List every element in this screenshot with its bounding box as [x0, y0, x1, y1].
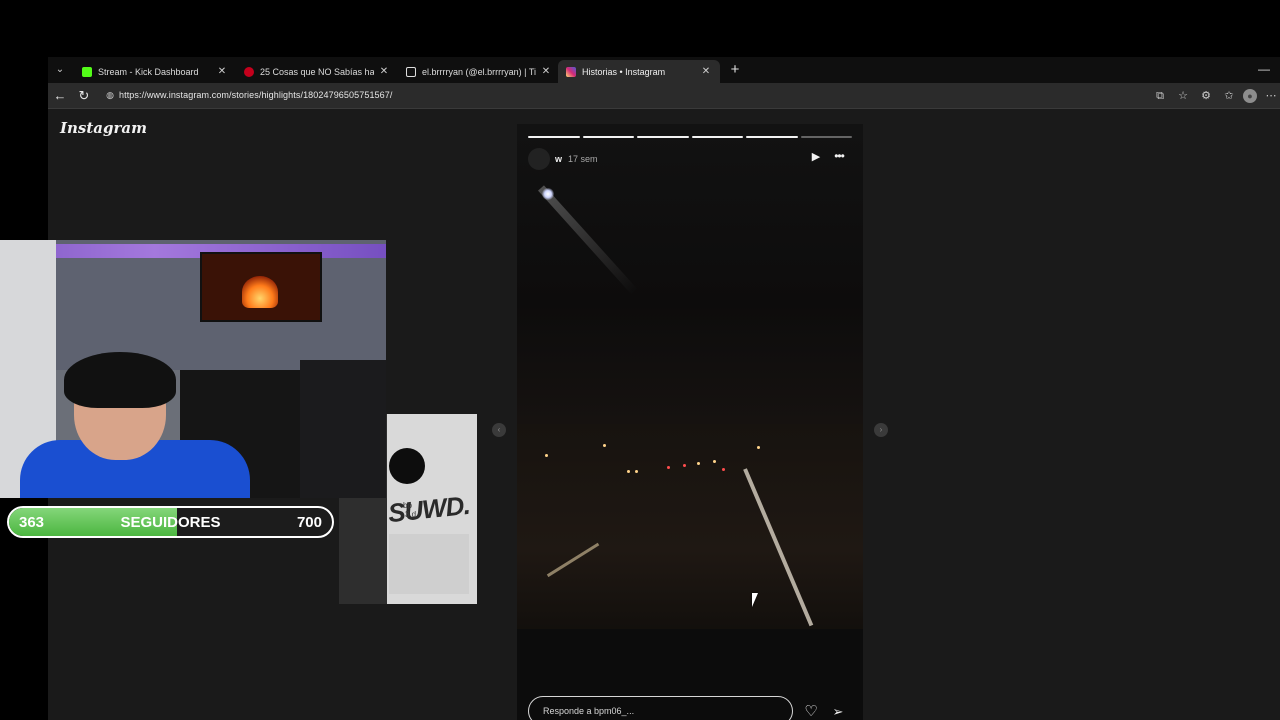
car-light: [713, 460, 716, 463]
follower-goal: 700: [296, 514, 322, 531]
streamer-webcam: [0, 240, 386, 498]
car-light: [627, 470, 630, 473]
next-story-arrow-icon[interactable]: ›: [874, 423, 888, 437]
story-time: 17 sem: [568, 154, 598, 164]
car-light: [722, 468, 725, 471]
screen: ⌄ Stream - Kick Dashboard ✕ 25 Cosas que…: [0, 0, 1280, 720]
car-light: [603, 444, 606, 447]
side-story-avatar: [389, 448, 425, 484]
reload-icon[interactable]: ↻: [75, 87, 93, 105]
story-username[interactable]: w: [555, 154, 562, 164]
tab-title: el.brrrryan (@el.brrrryan) | TikTok: [422, 66, 536, 77]
webcam-led-strip: [0, 244, 386, 258]
minimize-icon[interactable]: —: [1258, 62, 1270, 76]
tab-bar: ⌄ Stream - Kick Dashboard ✕ 25 Cosas que…: [48, 57, 1280, 83]
tiktok-icon: [406, 66, 416, 77]
instagram-icon: [566, 66, 576, 77]
more-menu-icon[interactable]: ⋯: [1262, 87, 1280, 105]
site-info-icon[interactable]: ◍: [104, 89, 116, 101]
streetlight: [542, 188, 554, 200]
webcam-chair: [300, 360, 386, 498]
close-tab-icon[interactable]: ✕: [540, 66, 552, 77]
story-progress-bar: [528, 136, 852, 138]
webcam-person-cap: [64, 352, 176, 408]
reply-input[interactable]: Responde a bpm06_...: [528, 696, 793, 720]
story-avatar[interactable]: [528, 148, 550, 170]
story-road: [517, 424, 863, 634]
follower-goal-bar: 363 SEGUIDORES 700: [7, 506, 334, 538]
car-light: [667, 466, 670, 469]
car-light: [635, 470, 638, 473]
tab-list-dropdown-icon[interactable]: ⌄: [52, 62, 68, 78]
tab-youtube-video[interactable]: 25 Cosas que NO Sabías hace 5 m ✕: [236, 60, 398, 83]
tab-title: Historias • Instagram: [582, 66, 666, 77]
close-tab-icon[interactable]: ✕: [378, 66, 390, 77]
story-progress-segment: [528, 136, 580, 138]
story-progress-segment: [800, 136, 852, 138]
close-tab-icon[interactable]: ✕: [700, 66, 712, 77]
send-icon[interactable]: ➢: [830, 704, 846, 720]
profile-avatar-icon[interactable]: ●: [1243, 89, 1257, 103]
story-progress-segment: [691, 136, 743, 138]
back-icon[interactable]: ←: [51, 87, 69, 105]
tab-instagram-stories[interactable]: Historias • Instagram ✕: [558, 60, 720, 83]
tab-title: 25 Cosas que NO Sabías hace 5 m: [260, 66, 374, 77]
mouse-cursor-icon: [752, 593, 764, 607]
url-field[interactable]: https://www.instagram.com/stories/highli…: [119, 90, 392, 100]
favorites-icon[interactable]: ✩: [1220, 87, 1238, 105]
new-tab-button[interactable]: +: [726, 61, 744, 79]
preview-shirt: [389, 534, 469, 594]
car-light: [545, 454, 548, 457]
close-tab-icon[interactable]: ✕: [216, 66, 228, 77]
car-light: [757, 446, 760, 449]
favorite-star-icon[interactable]: ☆: [1174, 87, 1192, 105]
kick-icon: [82, 66, 92, 77]
side-story-username: bp: [403, 501, 412, 510]
car-light: [697, 462, 700, 465]
side-story-time: 3 d: [405, 510, 417, 519]
follower-label: SEGUIDORES: [120, 514, 221, 531]
story-progress-segment: [637, 136, 689, 138]
story-sky: [517, 124, 863, 424]
more-options-icon[interactable]: •••: [831, 150, 847, 164]
open-in-app-icon[interactable]: ⧉: [1151, 87, 1169, 105]
webcam-fireplace: [242, 276, 278, 308]
previous-story-arrow-icon[interactable]: ‹: [492, 423, 506, 437]
car-light: [683, 464, 686, 467]
address-bar: ← ↻ ◍ https://www.instagram.com/stories/…: [48, 83, 1280, 109]
tab-kick-dashboard[interactable]: Stream - Kick Dashboard ✕: [74, 60, 236, 83]
play-icon[interactable]: ▶: [809, 150, 823, 164]
tab-tiktok[interactable]: el.brrrryan (@el.brrrryan) | TikTok ✕: [398, 60, 560, 83]
tab-title: Stream - Kick Dashboard: [98, 66, 199, 77]
story-progress-segment: [582, 136, 634, 138]
toolbar-icons: ⧉ ☆ ⚙ ✩ ● ⋯: [1146, 87, 1280, 105]
story-progress-segment: [746, 136, 798, 138]
extensions-icon[interactable]: ⚙: [1197, 87, 1215, 105]
instagram-logo[interactable]: Instagram: [60, 119, 147, 137]
youtube-icon: [244, 66, 254, 77]
like-heart-icon[interactable]: ♡: [803, 704, 819, 720]
active-story[interactable]: w 17 sem ▶ ••• Responde a bpm06_... ♡ ➢: [517, 124, 863, 720]
